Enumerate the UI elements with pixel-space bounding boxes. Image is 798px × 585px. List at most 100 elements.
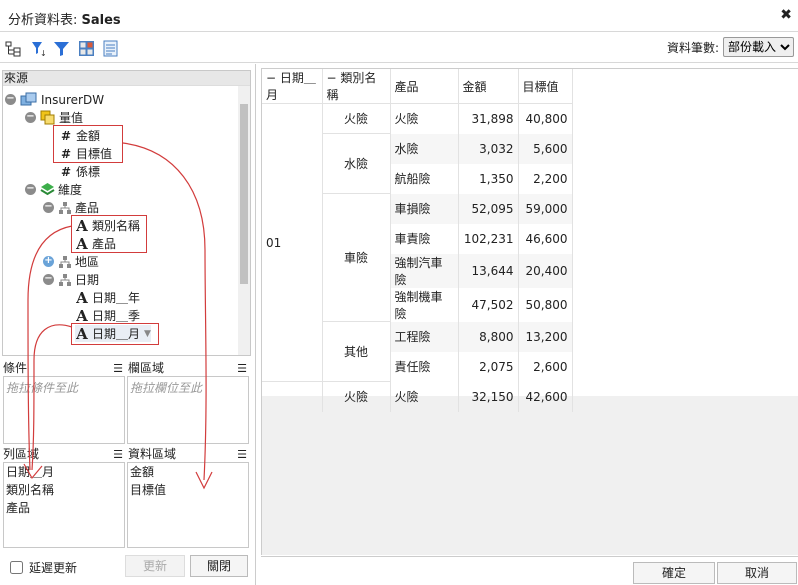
source-label: 來源: [3, 71, 250, 86]
update-button[interactable]: 更新: [125, 555, 185, 577]
column-zone[interactable]: 拖拉欄位至此: [127, 376, 249, 444]
cancel-button[interactable]: 取消: [717, 562, 797, 584]
cell-product: 強制機車險: [390, 287, 459, 322]
cell-target: 5,600: [518, 133, 573, 164]
cell-category: 車險: [322, 193, 391, 322]
cell-product: 車損險: [390, 193, 459, 224]
tree-layout-icon[interactable]: [5, 40, 22, 57]
collapse-icon[interactable]: −: [25, 184, 36, 195]
cell-product: 工程險: [390, 321, 459, 352]
highlight-date-month: [71, 323, 159, 345]
svg-text:↓: ↓: [40, 49, 47, 57]
cell-target: 42,600: [518, 381, 573, 412]
cube-database-icon: [20, 92, 37, 106]
menu-icon[interactable]: ☰: [113, 447, 123, 462]
row-zone-item[interactable]: 日期＿月: [4, 463, 124, 481]
close-icon[interactable]: ✖: [780, 7, 792, 23]
cell-product: 火險: [390, 103, 459, 134]
defer-update-checkbox[interactable]: 延遲更新: [10, 559, 77, 576]
cell-target: 2,600: [518, 351, 573, 382]
cell-month: 01: [262, 103, 323, 382]
tree-node-dimensions[interactable]: − 維度: [25, 181, 82, 198]
tree-node-date-dim[interactable]: − 日期: [43, 271, 99, 288]
header-category[interactable]: − 類別名稱: [322, 69, 391, 104]
pivot-pane: − 日期＿月 − 類別名稱 產品 金額 目標值 01 火險 火險 31,898 …: [261, 68, 798, 555]
tree-node-product-dim[interactable]: − 產品: [43, 199, 99, 216]
hash-icon: #: [60, 164, 72, 179]
hierarchy-icon: [59, 273, 71, 286]
row-count-select[interactable]: 部份載入: [723, 37, 794, 57]
tree-node-measures[interactable]: − 量值: [25, 109, 83, 126]
collapse-icon[interactable]: −: [43, 202, 54, 213]
cell-amount: 32,150: [458, 381, 519, 412]
cell-amount: 31,898: [458, 103, 519, 134]
left-bottom-bar: 延遲更新 更新 關閉: [0, 553, 256, 585]
cell-amount: 47,502: [458, 287, 519, 322]
left-pane: 來源 − InsurerDW − 量值 # 金額 # 目標值 # 係標 − 維度 −: [0, 64, 256, 585]
tree-node-index[interactable]: # 係標: [59, 163, 100, 180]
cell-target: 20,400: [518, 253, 573, 288]
collapse-icon[interactable]: −: [43, 274, 54, 285]
header-product: 產品: [390, 69, 459, 104]
row-count-label: 資料筆數:: [666, 40, 719, 55]
row-zone-item[interactable]: 類別名稱: [4, 481, 124, 499]
defer-update-check[interactable]: [10, 561, 23, 574]
data-zone-item[interactable]: 目標值: [128, 481, 248, 499]
cell-product: 強制汽車險: [390, 253, 459, 288]
menu-icon[interactable]: ☰: [237, 447, 247, 462]
tree-node-region[interactable]: + 地區: [43, 253, 99, 270]
highlight-product-fields: [71, 215, 147, 253]
data-zone[interactable]: 金額 目標值: [127, 462, 249, 548]
highlight-measures: [53, 125, 123, 163]
cell-category: 水險: [322, 133, 391, 194]
pivot-empty-area: [262, 396, 798, 555]
expand-icon[interactable]: +: [43, 256, 54, 267]
filter-zone-header: 條件 ☰: [3, 361, 123, 376]
cell-month-next: [262, 381, 323, 412]
menu-icon[interactable]: ☰: [113, 361, 123, 376]
cell-target: 46,600: [518, 223, 573, 254]
report-icon[interactable]: [102, 40, 119, 57]
collapse-icon[interactable]: −: [5, 94, 16, 105]
filter-zone[interactable]: 拖拉條件至此: [3, 376, 125, 444]
source-tree: 來源 − InsurerDW − 量值 # 金額 # 目標值 # 係標 − 維度 −: [2, 70, 251, 356]
cell-amount: 2,075: [458, 351, 519, 382]
cell-target: 40,800: [518, 103, 573, 134]
header-target: 目標值: [518, 69, 573, 104]
close-button[interactable]: 關閉: [190, 555, 248, 577]
cell-amount: 13,644: [458, 253, 519, 288]
calculator-icon[interactable]: [78, 40, 95, 57]
toolbar: ↓ 資料筆數: 部份載入: [0, 33, 798, 63]
dimensions-icon: [40, 183, 55, 196]
collapse-icon[interactable]: −: [25, 112, 36, 123]
cell-product: 責任險: [390, 351, 459, 382]
tree-node-date-year[interactable]: A 日期＿年: [75, 288, 140, 307]
row-zone-item[interactable]: 產品: [4, 499, 124, 517]
cell-amount: 52,095: [458, 193, 519, 224]
data-zone-item[interactable]: 金額: [128, 463, 248, 481]
cell-target: 2,200: [518, 163, 573, 194]
cell-category: 火險: [322, 381, 391, 412]
sort-filter-icon[interactable]: ↓: [30, 40, 47, 57]
source-scrollbar[interactable]: [238, 86, 250, 355]
header-amount: 金額: [458, 69, 519, 104]
hierarchy-icon: [59, 201, 71, 214]
dialog-footer: 確定 取消: [261, 556, 798, 585]
header-date-month[interactable]: − 日期＿月: [262, 69, 323, 104]
cell-amount: 8,800: [458, 321, 519, 352]
row-zone[interactable]: 日期＿月 類別名稱 產品: [3, 462, 125, 548]
column-zone-header: 欄區域 ☰: [128, 361, 247, 376]
filter-icon[interactable]: [53, 40, 70, 57]
menu-icon[interactable]: ☰: [237, 361, 247, 376]
cell-target: 59,000: [518, 193, 573, 224]
cell-amount: 1,350: [458, 163, 519, 194]
source-scroll-thumb[interactable]: [240, 104, 248, 284]
ok-button[interactable]: 確定: [633, 562, 715, 584]
attribute-icon: A: [76, 288, 88, 307]
dialog-title: 分析資料表: Sales: [8, 13, 121, 28]
tree-node-date-season[interactable]: A 日期＿季: [75, 307, 140, 325]
cell-product: 火險: [390, 381, 459, 412]
tree-node-root[interactable]: − InsurerDW: [5, 91, 104, 108]
cell-target: 50,800: [518, 287, 573, 322]
cell-product: 航船險: [390, 163, 459, 194]
